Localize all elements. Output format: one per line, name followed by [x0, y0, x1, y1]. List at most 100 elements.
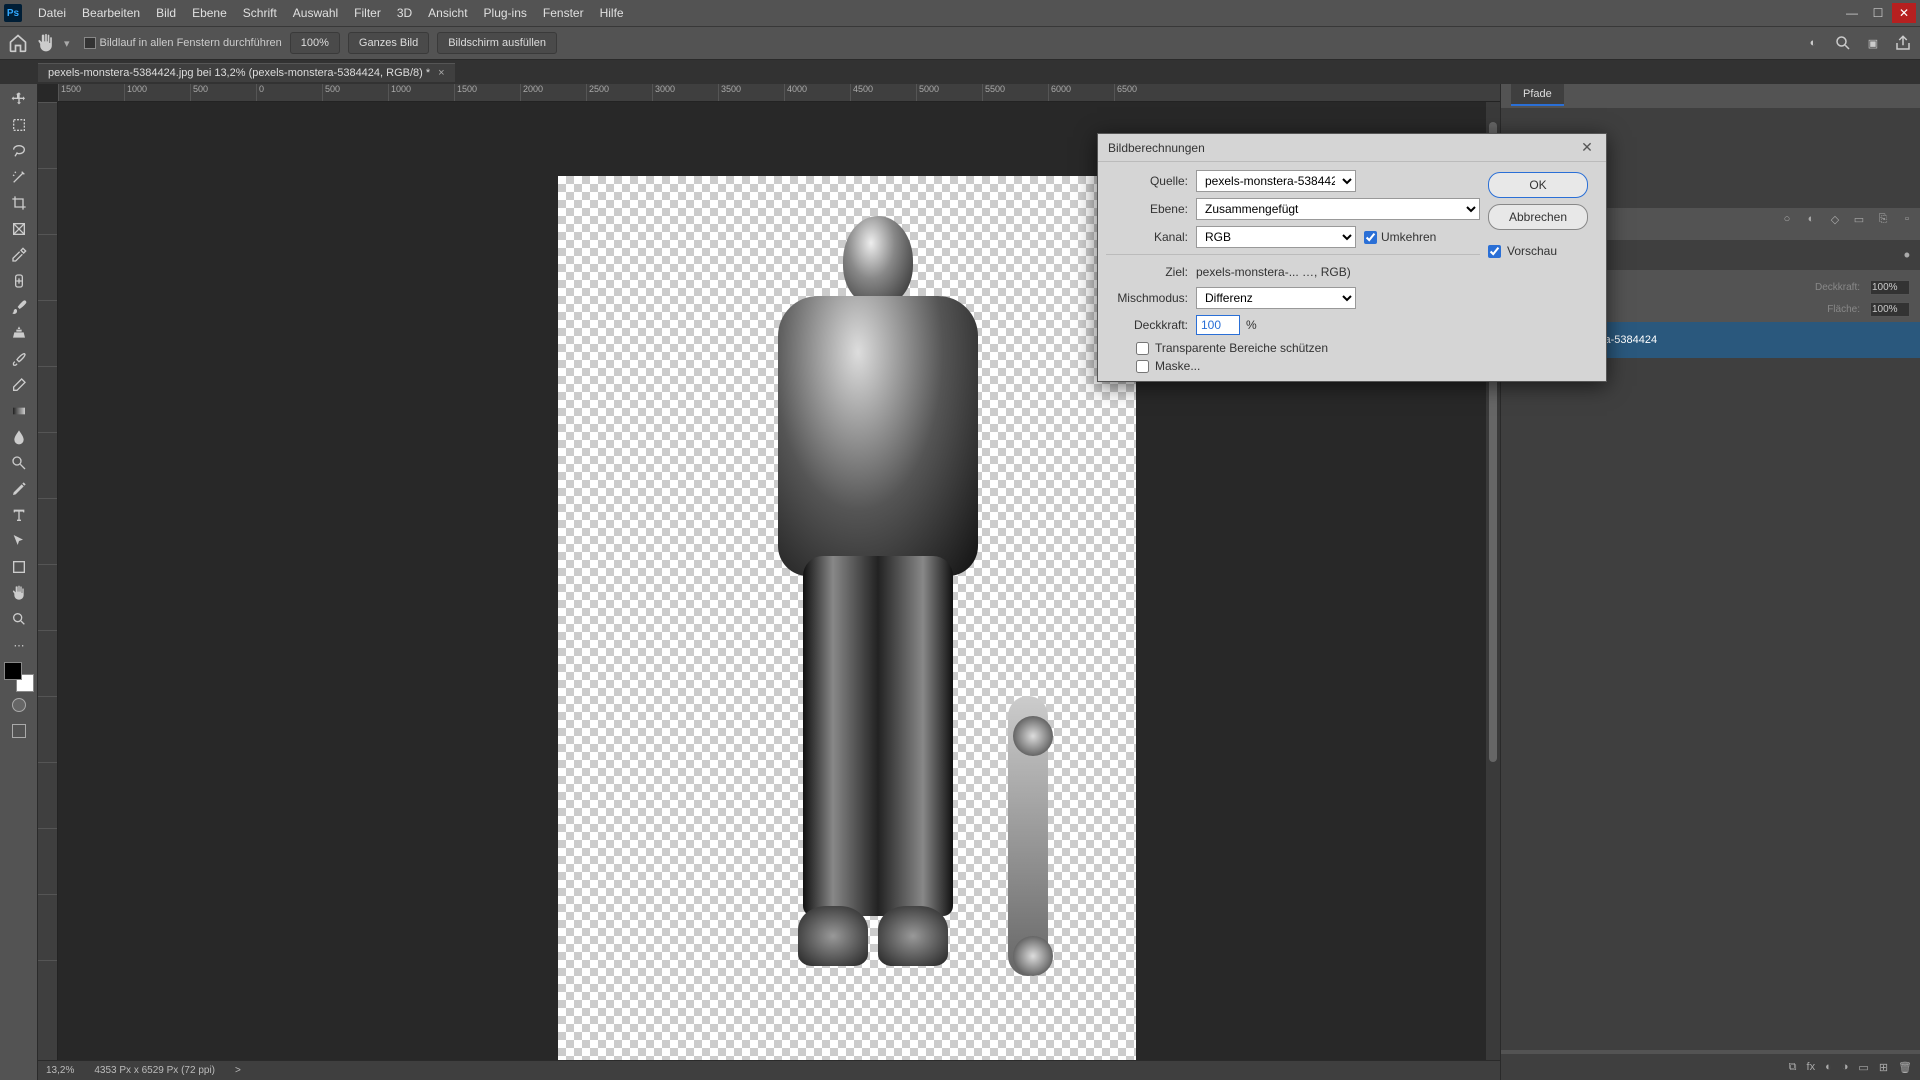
maske-checkbox[interactable] — [1136, 360, 1149, 373]
search-icon[interactable] — [1834, 34, 1852, 52]
quelle-label: Quelle: — [1106, 174, 1196, 188]
dot-icon: • — [1904, 245, 1910, 266]
deckkraft-label: Deckkraft: — [1106, 318, 1196, 332]
shape-tool[interactable] — [2, 554, 36, 580]
mischmodus-select[interactable]: Differenz — [1196, 287, 1356, 309]
cloud-icon[interactable]: ◐ — [1804, 34, 1822, 52]
ruler-horizontal[interactable]: 1500100050005001000150020002500300035004… — [58, 84, 1500, 102]
umkehren-checkbox[interactable] — [1364, 231, 1377, 244]
options-bar: ▾ Bildlauf in allen Fenstern durchführen… — [0, 26, 1920, 60]
opacity-input[interactable] — [1870, 280, 1910, 295]
dodge-tool[interactable] — [2, 450, 36, 476]
vorschau-checkbox[interactable] — [1488, 245, 1501, 258]
document-tab[interactable]: pexels-monstera-5384424.jpg bei 13,2% (p… — [38, 63, 455, 82]
ruler-vertical[interactable] — [38, 102, 58, 1062]
marquee-tool[interactable] — [2, 112, 36, 138]
abbrechen-button[interactable]: Abbrechen — [1488, 204, 1588, 230]
more-tools[interactable]: ⋯ — [2, 632, 36, 658]
menu-hilfe[interactable]: Hilfe — [592, 2, 632, 24]
dialog-titlebar[interactable]: Bildberechnungen ✕ — [1098, 134, 1606, 162]
mask-icon[interactable]: ◐ — [1825, 1061, 1832, 1073]
link-icon[interactable]: ⎘ — [1874, 210, 1892, 228]
link-layers-icon[interactable]: ⧉ — [1789, 1061, 1797, 1074]
workspace-icon[interactable]: ▣ — [1864, 34, 1882, 52]
status-bar: 13,2% 4353 Px x 6529 Px (72 ppi) > — [38, 1060, 1500, 1080]
new-layer-icon[interactable]: ⊞ — [1879, 1061, 1888, 1074]
frame-tool[interactable] — [2, 216, 36, 242]
chevron-down-icon[interactable]: ▾ — [64, 37, 70, 50]
home-icon[interactable] — [8, 33, 28, 53]
ok-button[interactable]: OK — [1488, 172, 1588, 198]
menu-filter[interactable]: Filter — [346, 2, 389, 24]
zoom-100-button[interactable]: 100% — [290, 32, 340, 54]
adjustment-icon[interactable]: ◑ — [1842, 1061, 1849, 1073]
menu-ebene[interactable]: Ebene — [184, 2, 235, 24]
menu-ansicht[interactable]: Ansicht — [420, 2, 475, 24]
fx-icon[interactable]: ▫ — [1898, 210, 1916, 228]
fill-screen-button[interactable]: Bildschirm ausfüllen — [437, 32, 557, 54]
document-tab-label: pexels-monstera-5384424.jpg bei 13,2% (p… — [48, 67, 430, 79]
crop-tool[interactable] — [2, 190, 36, 216]
close-tab-icon[interactable]: × — [438, 67, 444, 79]
adjustment-icon[interactable]: ◇ — [1826, 210, 1844, 228]
umkehren-label: Umkehren — [1381, 230, 1436, 244]
menu-auswahl[interactable]: Auswahl — [285, 2, 346, 24]
lasso-tool[interactable] — [2, 138, 36, 164]
menu-fenster[interactable]: Fenster — [535, 2, 592, 24]
zoom-tool[interactable] — [2, 606, 36, 632]
menu-3d[interactable]: 3D — [389, 2, 420, 24]
path-select-tool[interactable] — [2, 528, 36, 554]
fill-input[interactable] — [1870, 302, 1910, 317]
minimize-button[interactable]: — — [1840, 3, 1864, 23]
history-brush-tool[interactable] — [2, 346, 36, 372]
circle-icon[interactable]: ○ — [1778, 210, 1796, 228]
maximize-button[interactable]: ☐ — [1866, 3, 1890, 23]
status-chevron-icon[interactable]: > — [235, 1065, 241, 1076]
healing-brush-tool[interactable] — [2, 268, 36, 294]
panel-dock-icons: ○ ◐ ◇ ▭ ⎘ ▫ — [1778, 210, 1916, 228]
toolbox: ⋯ — [0, 84, 38, 1080]
window-controls: — ☐ ✕ — [1840, 3, 1916, 23]
zoom-level[interactable]: 13,2% — [46, 1065, 74, 1076]
brush-tool[interactable] — [2, 294, 36, 320]
type-tool[interactable] — [2, 502, 36, 528]
ebene-label: Ebene: — [1106, 202, 1196, 216]
gradient-tool[interactable] — [2, 398, 36, 424]
hand-tool[interactable] — [2, 580, 36, 606]
ziel-label: Ziel: — [1106, 265, 1196, 279]
folder-icon[interactable]: ▭ — [1850, 210, 1868, 228]
hand-tool-icon[interactable] — [36, 33, 56, 53]
menu-bearbeiten[interactable]: Bearbeiten — [74, 2, 148, 24]
clone-stamp-tool[interactable] — [2, 320, 36, 346]
fx-icon[interactable]: fx — [1807, 1061, 1816, 1073]
move-tool[interactable] — [2, 86, 36, 112]
quelle-select[interactable]: pexels-monstera-5384424… — [1196, 170, 1356, 192]
screenmode-toggle[interactable] — [2, 718, 36, 744]
menu-bild[interactable]: Bild — [148, 2, 184, 24]
pen-tool[interactable] — [2, 476, 36, 502]
menu-datei[interactable]: Datei — [30, 2, 74, 24]
transparente-checkbox[interactable] — [1136, 342, 1149, 355]
menu-schrift[interactable]: Schrift — [235, 2, 285, 24]
eyedropper-tool[interactable] — [2, 242, 36, 268]
color-swatches[interactable] — [4, 662, 34, 692]
menu-plugins[interactable]: Plug-ins — [476, 2, 535, 24]
kanal-select[interactable]: RGB — [1196, 226, 1356, 248]
fit-image-button[interactable]: Ganzes Bild — [348, 32, 429, 54]
magic-wand-tool[interactable] — [2, 164, 36, 190]
quickmask-toggle[interactable] — [2, 692, 36, 718]
eraser-tool[interactable] — [2, 372, 36, 398]
vorschau-label: Vorschau — [1507, 244, 1557, 258]
scroll-all-windows-checkbox[interactable]: Bildlauf in allen Fenstern durchführen — [84, 37, 282, 49]
share-icon[interactable] — [1894, 34, 1912, 52]
blur-tool[interactable] — [2, 424, 36, 450]
deckkraft-input[interactable] — [1196, 315, 1240, 335]
dialog-close-icon[interactable]: ✕ — [1578, 139, 1596, 157]
group-icon[interactable]: ▭ — [1858, 1061, 1868, 1074]
fill-label: Fläche: — [1827, 304, 1860, 315]
close-button[interactable]: ✕ — [1892, 3, 1916, 23]
panel-tab-pfade[interactable]: Pfade — [1511, 84, 1564, 106]
ebene-select[interactable]: Zusammengefügt — [1196, 198, 1480, 220]
delete-icon[interactable]: 🗑 — [1898, 1061, 1912, 1074]
mask-icon[interactable]: ◐ — [1802, 210, 1820, 228]
